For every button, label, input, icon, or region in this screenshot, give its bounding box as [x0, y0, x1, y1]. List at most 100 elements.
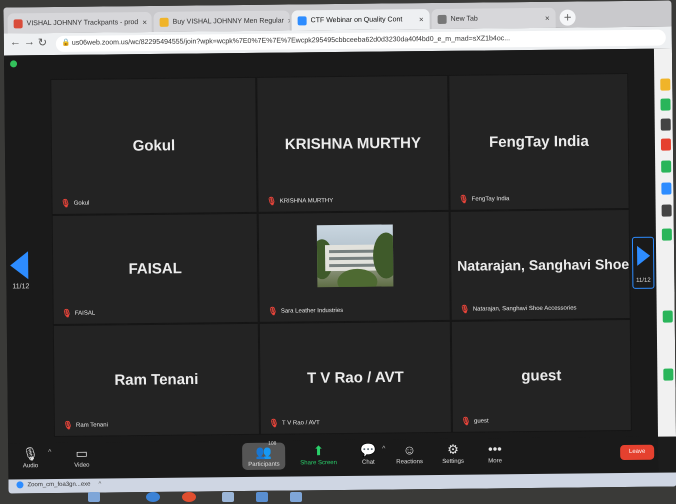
video-tile[interactable]: KRISHNA MURTHY 🎙 KRISHNA MURTHY — [256, 74, 450, 213]
close-tab-icon[interactable]: × — [284, 16, 290, 25]
participant-tag: 🎙 Ram Tenani — [62, 420, 108, 430]
participant-tag: 🎙 FAISAL — [62, 309, 96, 318]
participant-name: Natarajan, Sanghavi Shoe ... — [457, 255, 630, 274]
participant-tag: 🎙 Sara Leather Industries — [268, 306, 344, 316]
muted-mic-icon: 🎙 — [62, 420, 74, 430]
tab-title: Buy VISHAL JOHNNY Men Regular — [172, 17, 284, 26]
unmute-audio-icon: 🎙 — [22, 446, 39, 462]
download-file-icon — [16, 481, 24, 489]
audio-options-caret-icon[interactable]: ^ — [48, 449, 51, 456]
download-item[interactable]: Zoom_cm_foa3gn...exe ^ — [16, 481, 101, 489]
participant-tag: 🎙 FengTay India — [458, 194, 509, 204]
page-indicator-left: 11/12 — [12, 283, 30, 291]
participant-tag: 🎙 KRISHNA MURTHY — [266, 196, 333, 206]
muted-mic-icon: 🎙 — [459, 304, 470, 314]
more-button[interactable]: ••• More — [488, 440, 502, 464]
muted-mic-icon: 🎙 — [268, 418, 280, 428]
previous-page-arrow-icon[interactable] — [10, 251, 29, 280]
participant-name: KRISHNA MURTHY — [284, 134, 422, 154]
video-tile[interactable]: Gokul 🎙 Gokul — [50, 76, 258, 216]
download-options-caret[interactable]: ^ — [98, 481, 101, 487]
chat-label: Chat — [361, 459, 375, 466]
participant-tag-label: Natarajan, Sanghavi Shoe Accessories — [472, 305, 577, 313]
audio-button[interactable]: 🎙 Audio — [22, 445, 39, 469]
back-arrow-icon[interactable]: ← — [10, 36, 21, 48]
more-dots-icon: ••• — [488, 441, 502, 457]
participants-count: 108 — [268, 440, 277, 447]
taskbar-app-icon[interactable] — [290, 492, 302, 502]
taskbar-app-icon[interactable] — [256, 492, 268, 502]
participant-tag: 🎙 Natarajan, Sanghavi Shoe Accessories — [460, 304, 577, 314]
reload-icon[interactable]: ↻ — [38, 36, 47, 49]
next-page-button[interactable]: 11/12 — [631, 236, 655, 289]
tab-favicon-icon — [159, 17, 169, 27]
taskbar-app-icon[interactable] — [222, 492, 234, 502]
participant-tag: 🎙 guest — [460, 416, 489, 426]
chrome-browser-icon[interactable] — [182, 492, 196, 502]
video-tile[interactable]: Natarajan, Sanghavi Shoe ... 🎙 Natarajan,… — [449, 208, 631, 321]
edge-browser-icon[interactable] — [146, 492, 160, 502]
more-label: More — [488, 458, 502, 465]
participant-name: FAISAL — [128, 260, 182, 278]
video-camera-icon: ▭ — [75, 445, 88, 461]
browser-tab[interactable]: Buy VISHAL JOHNNY Men Regular × — [153, 10, 290, 32]
video-tile[interactable]: FengTay India 🎙 FengTay India — [448, 72, 630, 211]
video-tile[interactable]: T V Rao / AVT 🎙 T V Rao / AVT — [258, 320, 452, 435]
download-filename: Zoom_cm_foa3gn...exe — [27, 481, 91, 488]
share-screen-icon: ⬆ — [312, 443, 325, 459]
close-tab-icon[interactable]: × — [541, 13, 550, 22]
reactions-icon: ☺ — [402, 442, 417, 458]
new-tab-button[interactable]: + — [559, 9, 576, 26]
monitor-screen: VISHAL JOHNNY Trackpants - prod × Buy VI… — [3, 0, 676, 494]
forward-arrow-icon[interactable]: → — [24, 36, 35, 48]
video-button[interactable]: ▭ Video — [74, 445, 90, 469]
muted-mic-icon: 🎙 — [458, 194, 469, 204]
browser-tab[interactable]: VISHAL JOHNNY Trackpants - prod × — [7, 11, 152, 34]
side-panel-edge — [653, 48, 676, 437]
url-text: us06web.zoom.us/wc/82295494555/join?wpk=… — [71, 35, 511, 47]
page-indicator-right: 11/12 — [636, 277, 651, 284]
chat-button[interactable]: 💬 Chat — [360, 442, 376, 466]
participant-tag-label: Ram Tenani — [75, 421, 108, 429]
video-tile[interactable]: Ram Tenani 🎙 Ram Tenani — [52, 322, 260, 438]
share-screen-label: Share Screen — [300, 460, 337, 467]
tab-favicon-icon — [13, 18, 23, 28]
next-page-arrow-icon — [637, 245, 651, 266]
participant-tag-label: FengTay India — [471, 195, 510, 203]
close-tab-icon[interactable]: × — [415, 15, 424, 24]
muted-mic-icon: 🎙 — [267, 306, 278, 316]
reactions-label: Reactions — [396, 459, 423, 466]
browser-tab[interactable]: New Tab × — [431, 7, 556, 30]
chat-options-caret-icon[interactable]: ^ — [382, 446, 385, 453]
participant-tag-label: Gokul — [73, 200, 90, 207]
meeting-gallery: Gokul 🎙 Gokul KRISHNA MURTHY 🎙 KRISHNA MUR… — [3, 48, 659, 444]
encryption-shield-icon[interactable] — [10, 60, 18, 68]
reactions-button[interactable]: ☺ Reactions — [396, 441, 423, 465]
share-screen-button[interactable]: ⬆ Share Screen — [300, 442, 337, 466]
video-label: Video — [74, 462, 90, 469]
video-tile[interactable]: guest 🎙 guest — [450, 318, 632, 433]
muted-mic-icon: 🎙 — [61, 308, 72, 318]
close-tab-icon[interactable]: × — [138, 18, 147, 27]
settings-button[interactable]: ⚙ Settings — [442, 441, 464, 465]
audio-label: Audio — [22, 463, 39, 470]
video-tile[interactable]: 🎙 Sara Leather Industries — [257, 210, 451, 323]
settings-label: Settings — [442, 458, 464, 465]
taskbar-app-icon[interactable] — [88, 492, 100, 502]
muted-mic-icon: 🎙 — [460, 416, 472, 426]
tab-title: New Tab — [450, 15, 478, 23]
participant-name: T V Rao / AVT — [306, 368, 404, 387]
video-tile[interactable]: FAISAL 🎙 FAISAL — [51, 212, 259, 326]
new-tab-favicon-icon — [437, 14, 447, 24]
participant-tag-label: FAISAL — [74, 310, 96, 317]
participant-name: guest — [521, 367, 562, 385]
participant-profile-photo — [316, 224, 394, 288]
participant-name: Ram Tenani — [114, 370, 199, 389]
zoom-favicon-icon — [297, 15, 307, 25]
gear-icon: ⚙ — [447, 441, 459, 457]
browser-tab-active[interactable]: CTF Webinar on Quality Cont × — [291, 9, 430, 31]
participants-button[interactable]: 108 👥 Participants — [242, 440, 286, 471]
participant-tag-label: guest — [473, 417, 489, 425]
participant-tag: 🎙 Gokul — [60, 199, 89, 208]
leave-button[interactable]: Leave — [620, 444, 655, 461]
